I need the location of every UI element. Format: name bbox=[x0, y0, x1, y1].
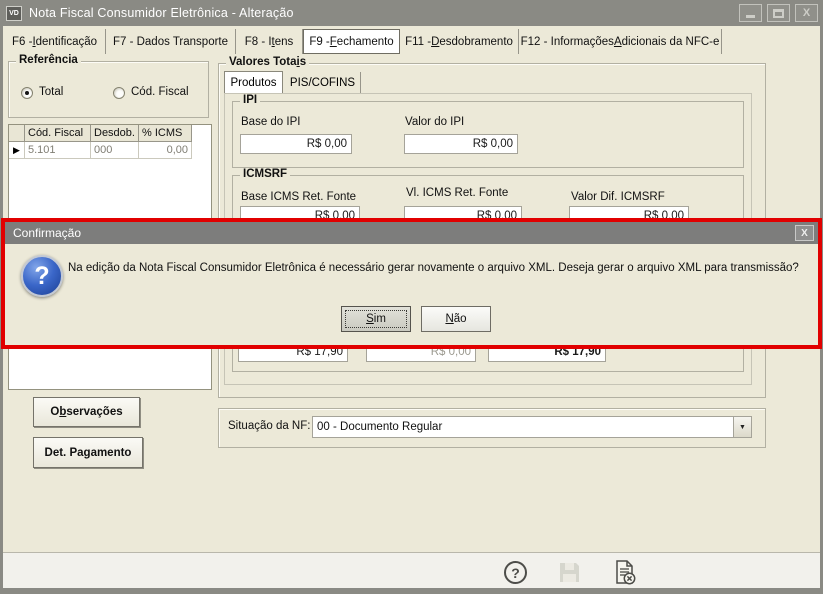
close-icon: X bbox=[802, 7, 811, 19]
help-icon: ? bbox=[511, 564, 520, 581]
grid-header-desdob: Desdob. bbox=[91, 125, 139, 142]
base-ipi-input[interactable]: R$ 0,00 bbox=[240, 134, 352, 154]
radio-total-label: Total bbox=[39, 86, 64, 98]
tab-f12-informacoes-adicionais[interactable]: F12 - Informações Adicionais da NFC-e bbox=[519, 29, 722, 54]
observacoes-button[interactable]: Ob servações bbox=[33, 397, 140, 427]
dialog-body: ? Na edição da Nota Fiscal Consumidor El… bbox=[5, 244, 818, 345]
minimize-icon bbox=[746, 14, 755, 18]
bottom-toolbar bbox=[3, 552, 820, 588]
icmsrf-title: ICMSRF bbox=[240, 168, 291, 180]
base-icms-ret-fonte-label: Base ICMS Ret. Fonte bbox=[241, 191, 357, 203]
referencia-title: Referência bbox=[16, 54, 81, 66]
confirmation-dialog: Confirmação X ? Na edição da Nota Fiscal… bbox=[1, 218, 822, 349]
radio-cod-fiscal[interactable] bbox=[113, 87, 125, 99]
valores-totais-title: Valores Totais bbox=[226, 56, 310, 68]
sim-button[interactable]: Sim bbox=[341, 306, 411, 332]
grid-header-cod-fiscal: Cód. Fiscal bbox=[25, 125, 91, 142]
dialog-titlebar: Confirmação X bbox=[5, 222, 818, 244]
situacao-select[interactable]: 00 - Documento Regular ▼ bbox=[312, 416, 752, 438]
tab-f11-desdobramento[interactable]: F11 - Desdobramento bbox=[400, 29, 519, 54]
dialog-close-icon: X bbox=[801, 227, 808, 239]
tab-produtos[interactable]: Produtos bbox=[224, 71, 283, 94]
cell-cod-fiscal: 5.101 bbox=[25, 142, 91, 159]
help-button[interactable]: ? bbox=[504, 561, 527, 584]
minimize-button[interactable] bbox=[739, 4, 762, 22]
discard-document-button[interactable] bbox=[610, 558, 638, 591]
vl-icms-ret-fonte-label: Vl. ICMS Ret. Fonte bbox=[406, 187, 509, 199]
grid-header-icms: % ICMS bbox=[139, 125, 192, 142]
tab-f6-identificacao[interactable]: F6 - Identificação bbox=[4, 29, 106, 54]
window-titlebar: VD Nota Fiscal Consumidor Eletrônica - A… bbox=[0, 0, 823, 26]
situacao-value: 00 - Documento Regular bbox=[317, 421, 443, 433]
tab-f7-dados-transporte[interactable]: F7 - Dados Transporte bbox=[106, 29, 236, 54]
app-window: VD Nota Fiscal Consumidor Eletrônica - A… bbox=[0, 0, 823, 594]
dialog-message: Na edição da Nota Fiscal Consumidor Elet… bbox=[68, 262, 799, 274]
grid-header-row: Cód. Fiscal Desdob. % ICMS bbox=[9, 125, 211, 142]
discard-document-icon bbox=[616, 560, 636, 585]
tab-f8-itens[interactable]: F8 - It ens bbox=[236, 29, 303, 54]
maximize-button[interactable] bbox=[767, 4, 790, 22]
save-button bbox=[557, 560, 582, 590]
dialog-close-button[interactable]: X bbox=[795, 225, 814, 241]
row-selector-icon: ▶ bbox=[13, 144, 20, 155]
question-glyph: ? bbox=[34, 261, 50, 290]
situacao-label: Situação da NF: bbox=[228, 420, 311, 432]
valor-dif-icmsrf-label: Valor Dif. ICMSRF bbox=[571, 191, 665, 203]
dialog-title: Confirmação bbox=[13, 226, 82, 240]
referencia-groupbox: Referência Total Cód. Fiscal bbox=[8, 54, 209, 118]
maximize-icon bbox=[773, 8, 784, 18]
table-row[interactable]: ▶ 5.101 000 0,00 bbox=[9, 142, 211, 159]
question-icon: ? bbox=[21, 255, 63, 297]
grid-header-selector bbox=[9, 125, 25, 142]
chevron-down-icon[interactable]: ▼ bbox=[733, 417, 751, 437]
close-button[interactable]: X bbox=[795, 4, 818, 22]
base-ipi-label: Base do IPI bbox=[241, 116, 301, 128]
cell-desdob: 000 bbox=[91, 142, 139, 159]
save-icon bbox=[560, 563, 579, 582]
window-title: Nota Fiscal Consumidor Eletrônica - Alte… bbox=[29, 6, 294, 20]
det-pagamento-button[interactable]: Det. Pa g amento bbox=[33, 437, 143, 468]
radio-cod-fiscal-label: Cód. Fiscal bbox=[131, 86, 189, 98]
tab-pis-cofins[interactable]: PIS/COFINS bbox=[285, 72, 361, 93]
valor-ipi-input[interactable]: R$ 0,00 bbox=[404, 134, 518, 154]
radio-total[interactable] bbox=[21, 87, 33, 99]
tab-f9-fechamento[interactable]: F9 - Fechamento bbox=[303, 29, 400, 54]
valor-ipi-label: Valor do IPI bbox=[405, 116, 465, 128]
nao-button[interactable]: Não bbox=[421, 306, 491, 332]
ipi-title: IPI bbox=[240, 94, 261, 106]
cell-icms: 0,00 bbox=[139, 142, 192, 159]
app-icon: VD bbox=[6, 5, 22, 21]
main-tabbar: F6 - Identificação F7 - Dados Transporte… bbox=[4, 29, 722, 54]
